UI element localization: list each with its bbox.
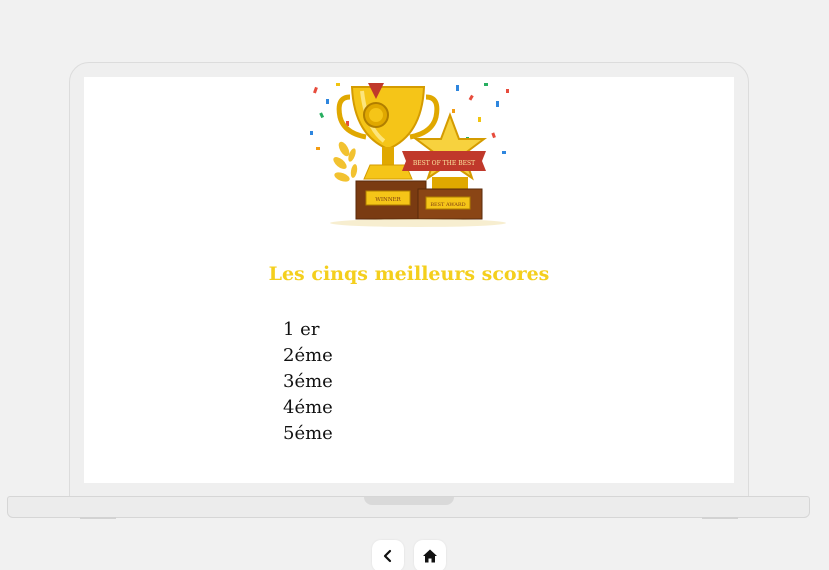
laptop-notch: [364, 497, 454, 505]
laptop-foot-left: [80, 517, 116, 519]
back-button[interactable]: [372, 540, 404, 570]
plaque-right-text: BEST AWARD: [430, 202, 465, 208]
home-button[interactable]: [414, 540, 446, 570]
chevron-left-icon: [383, 549, 392, 563]
trophy-icon: BEST OF THE BEST WINNER BEST AWARD: [310, 83, 509, 227]
home-icon: [423, 549, 437, 563]
page: BEST OF THE BEST WINNER BEST AWARD Les c…: [0, 0, 829, 570]
plaque-left-text: WINNER: [375, 197, 401, 203]
rank-item-1: 1 er: [283, 319, 320, 340]
scores-title: Les cinqs meilleurs scores: [268, 263, 550, 285]
laptop-screen: BEST OF THE BEST WINNER BEST AWARD Les c…: [84, 77, 734, 483]
rank-item-5: 5éme: [283, 423, 333, 444]
rank-item-2: 2éme: [283, 345, 333, 366]
rank-item-3: 3éme: [283, 371, 333, 392]
rank-list: 1 er 2éme 3éme 4éme 5éme: [283, 317, 333, 447]
banner-text: BEST OF THE BEST: [413, 160, 475, 167]
rank-item-4: 4éme: [283, 397, 333, 418]
laptop-foot-right: [702, 517, 738, 519]
